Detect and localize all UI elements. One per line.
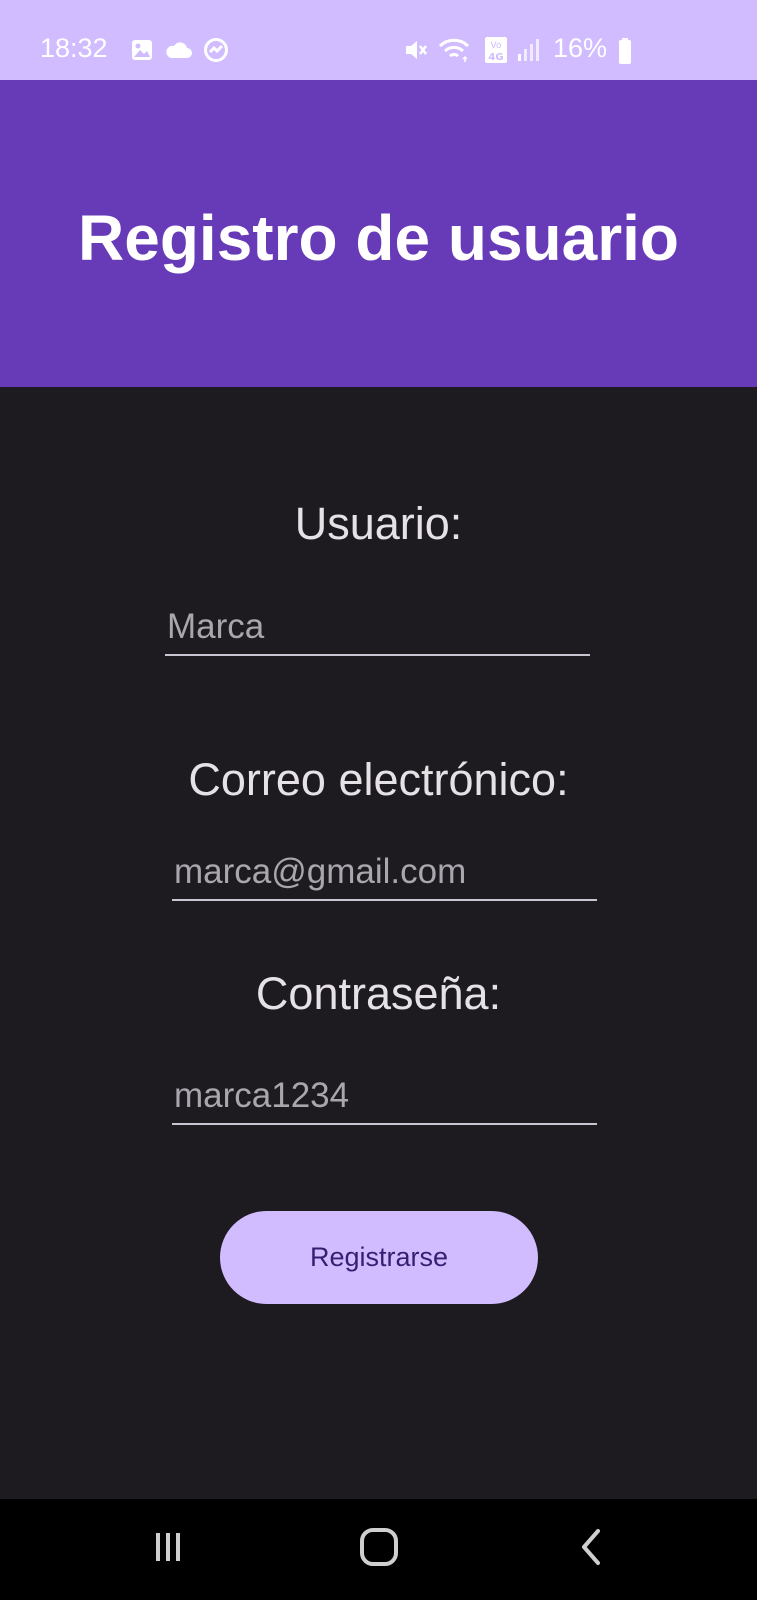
- home-icon: [357, 1525, 401, 1574]
- status-time: 18:32: [40, 33, 108, 63]
- password-field[interactable]: [172, 1069, 597, 1125]
- signal-icon: [516, 38, 542, 67]
- svg-text:4G: 4G: [488, 52, 503, 63]
- email-label: Correo electrónico:: [188, 754, 569, 805]
- gallery-icon: [130, 38, 154, 67]
- volte-4g-icon: Vo 4G: [484, 36, 508, 69]
- email-field[interactable]: [172, 845, 597, 901]
- recent-apps-button[interactable]: [128, 1519, 208, 1579]
- sync-icon: [203, 37, 229, 68]
- battery-percent: 16%: [553, 33, 608, 63]
- battery-icon: [617, 37, 633, 70]
- back-icon: [572, 1527, 612, 1572]
- navigation-bar: [0, 1499, 757, 1600]
- mute-icon: [402, 37, 428, 68]
- svg-text:Vo: Vo: [491, 41, 502, 51]
- page-title: Registro de usuario: [78, 202, 679, 274]
- home-button[interactable]: [339, 1519, 419, 1579]
- back-button[interactable]: [552, 1519, 632, 1579]
- password-label: Contraseña:: [255, 968, 502, 1019]
- status-bar: 18:32 Vo 4G 16%: [0, 0, 757, 80]
- recent-apps-icon: [148, 1527, 188, 1572]
- cloud-icon: [163, 38, 193, 67]
- password-input[interactable]: [172, 1069, 597, 1123]
- username-input[interactable]: [165, 600, 590, 654]
- register-button[interactable]: Registrarse: [220, 1211, 538, 1304]
- email-input[interactable]: [172, 845, 597, 899]
- username-field[interactable]: [165, 600, 590, 656]
- app-screen: 18:32 Vo 4G 16% Registro de usuario Usua…: [0, 0, 757, 1600]
- username-label: Usuario:: [294, 498, 463, 549]
- wifi-icon: [438, 37, 472, 68]
